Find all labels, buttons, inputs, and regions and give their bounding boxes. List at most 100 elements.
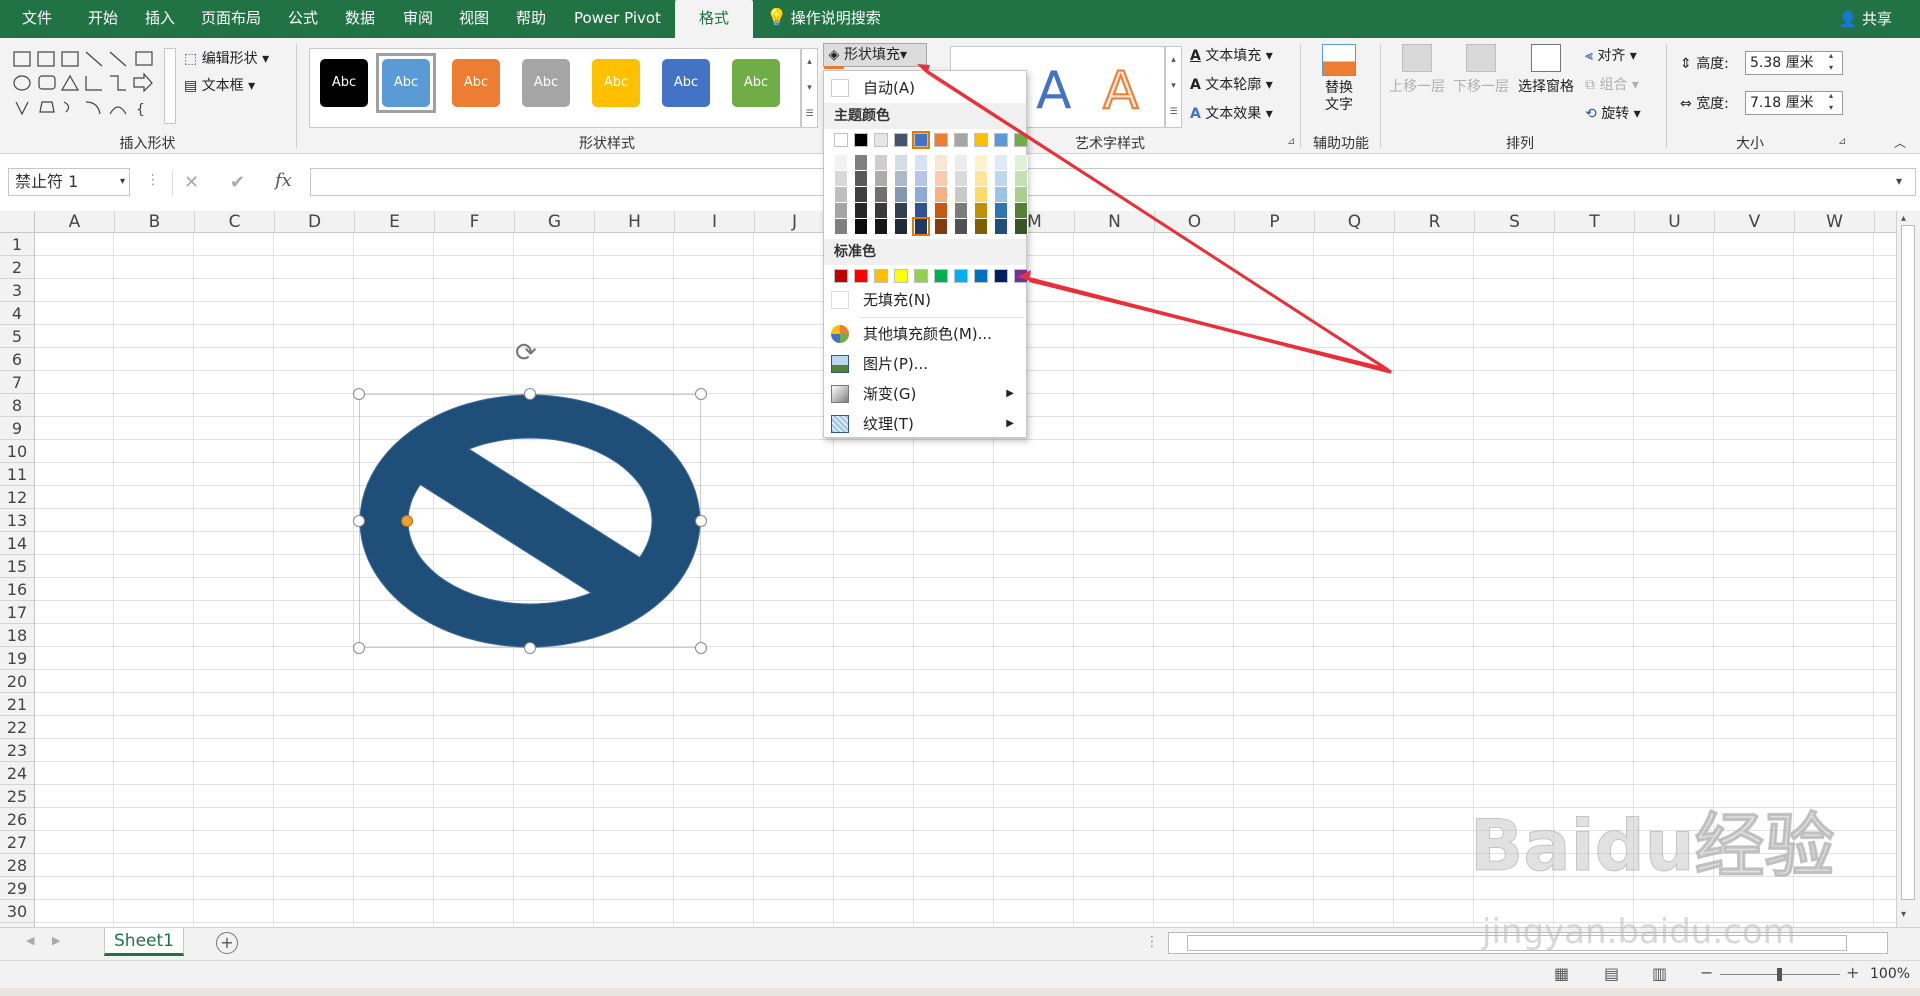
column-header-a[interactable]: A bbox=[35, 211, 115, 233]
scroll-down-icon[interactable]: ▾ bbox=[1901, 909, 1906, 920]
shape-styles-gallery[interactable]: Abc Abc Abc Abc Abc Abc Abc bbox=[309, 48, 801, 128]
column-header-w[interactable]: W bbox=[1795, 211, 1875, 233]
row-header-5[interactable]: 5 bbox=[0, 325, 34, 348]
theme-shade-swatch[interactable] bbox=[994, 187, 1008, 202]
tell-me-search[interactable]: 💡 操作说明搜索 bbox=[766, 0, 881, 38]
column-header-r[interactable]: R bbox=[1395, 211, 1475, 233]
next-sheet-icon[interactable]: ▶ bbox=[52, 934, 60, 947]
insert-function-icon[interactable]: fx bbox=[275, 170, 292, 191]
row-header-25[interactable]: 25 bbox=[0, 785, 34, 808]
column-header-o[interactable]: O bbox=[1155, 211, 1235, 233]
shapes-gallery-scroll[interactable] bbox=[164, 48, 176, 124]
selection-pane-button[interactable]: 选择窗格 bbox=[1514, 44, 1578, 96]
theme-shade-swatch[interactable] bbox=[934, 155, 948, 170]
align-button[interactable]: ⫷ 对齐 ▾ bbox=[1585, 45, 1637, 65]
row-header-20[interactable]: 20 bbox=[0, 670, 34, 693]
theme-shade-swatch[interactable] bbox=[854, 187, 868, 202]
menu-item-more-colors[interactable]: 其他填充颜色(M)... bbox=[824, 319, 1026, 349]
row-header-1[interactable]: 1 bbox=[0, 233, 34, 256]
page-break-view-icon[interactable]: ▥ bbox=[1652, 964, 1667, 983]
tab-file[interactable]: 文件 bbox=[22, 0, 52, 38]
text-box-button[interactable]: ▤ 文本框 ▾ bbox=[184, 75, 255, 95]
scrollbar-thumb[interactable] bbox=[1901, 225, 1915, 900]
style-preset-green[interactable]: Abc bbox=[732, 59, 780, 107]
row-header-2[interactable]: 2 bbox=[0, 256, 34, 279]
name-box[interactable]: 禁止符 1 ▾ bbox=[8, 168, 130, 196]
theme-shade-swatch[interactable] bbox=[914, 155, 928, 170]
resize-handle[interactable] bbox=[524, 388, 536, 400]
wordart-preset-orange[interactable]: A bbox=[1102, 60, 1140, 122]
collapse-ribbon-icon[interactable]: ︿ bbox=[1894, 134, 1906, 151]
tab-page-layout[interactable]: 页面布局 bbox=[201, 0, 261, 38]
menu-item-picture[interactable]: 图片(P)... bbox=[824, 349, 1026, 379]
column-header-u[interactable]: U bbox=[1635, 211, 1715, 233]
row-header-17[interactable]: 17 bbox=[0, 601, 34, 624]
standard-color-swatch[interactable] bbox=[994, 269, 1008, 283]
menu-item-texture[interactable]: 纹理(T) ▶ bbox=[824, 409, 1026, 439]
theme-shade-swatch[interactable] bbox=[1014, 203, 1028, 218]
theme-shade-swatch[interactable] bbox=[954, 187, 968, 202]
resize-handle[interactable] bbox=[695, 642, 707, 654]
tab-data[interactable]: 数据 bbox=[345, 0, 375, 38]
column-header-s[interactable]: S bbox=[1475, 211, 1555, 233]
group-button[interactable]: ⧉ 组合 ▾ bbox=[1585, 74, 1639, 94]
alt-text-button[interactable]: 替换 文字 bbox=[1318, 44, 1360, 114]
standard-color-swatch[interactable] bbox=[974, 269, 988, 283]
theme-shade-swatch[interactable] bbox=[834, 155, 848, 170]
vertical-scrollbar[interactable]: ▴ ▾ bbox=[1896, 211, 1920, 927]
prohibition-shape[interactable]: ⟳ bbox=[353, 338, 707, 654]
column-header-p[interactable]: P bbox=[1235, 211, 1315, 233]
row-header-24[interactable]: 24 bbox=[0, 762, 34, 785]
text-fill-button[interactable]: A 文本填充 ▾ bbox=[1190, 45, 1273, 65]
sheet-tab-sheet1[interactable]: Sheet1 bbox=[104, 928, 184, 956]
share-button[interactable]: 👤 共享 bbox=[1839, 0, 1892, 38]
theme-shade-swatch[interactable] bbox=[954, 155, 968, 170]
row-header-4[interactable]: 4 bbox=[0, 302, 34, 325]
zoom-level[interactable]: 100% bbox=[1870, 966, 1910, 982]
theme-shade-swatch[interactable] bbox=[834, 187, 848, 202]
style-preset-gold[interactable]: Abc bbox=[592, 59, 640, 107]
scroll-down-icon[interactable]: ▾ bbox=[802, 75, 817, 101]
row-header-16[interactable]: 16 bbox=[0, 578, 34, 601]
row-header-22[interactable]: 22 bbox=[0, 716, 34, 739]
standard-color-swatch[interactable] bbox=[954, 269, 968, 283]
row-header-19[interactable]: 19 bbox=[0, 647, 34, 670]
column-header-h[interactable]: H bbox=[595, 211, 675, 233]
scroll-up-icon[interactable]: ▴ bbox=[802, 49, 817, 75]
row-header-13[interactable]: 13 bbox=[0, 509, 34, 532]
edit-shape-button[interactable]: ⬚ 编辑形状 ▾ bbox=[184, 48, 269, 68]
column-header-g[interactable]: G bbox=[515, 211, 595, 233]
theme-shade-swatch[interactable] bbox=[934, 187, 948, 202]
style-preset-blue[interactable]: Abc bbox=[382, 59, 430, 107]
rotate-button[interactable]: ⟲ 旋转 ▾ bbox=[1585, 103, 1641, 123]
theme-shade-swatch[interactable] bbox=[874, 203, 888, 218]
standard-color-swatch[interactable] bbox=[1014, 269, 1028, 283]
theme-shade-swatch[interactable] bbox=[994, 155, 1008, 170]
row-header-8[interactable]: 8 bbox=[0, 394, 34, 417]
row-header-12[interactable]: 12 bbox=[0, 486, 34, 509]
theme-color-swatch[interactable] bbox=[954, 133, 968, 147]
select-all-corner[interactable] bbox=[0, 211, 35, 233]
theme-shade-swatch[interactable] bbox=[894, 187, 908, 202]
theme-shade-swatch[interactable] bbox=[834, 203, 848, 218]
more-options-icon[interactable]: ⋮ bbox=[146, 172, 160, 188]
standard-color-swatch[interactable] bbox=[834, 269, 848, 283]
menu-item-no-fill[interactable]: 无填充(N) bbox=[824, 285, 1026, 315]
column-header-n[interactable]: N bbox=[1075, 211, 1155, 233]
column-header-b[interactable]: B bbox=[115, 211, 195, 233]
theme-shade-swatch[interactable] bbox=[912, 217, 930, 236]
wordart-preset-blue[interactable]: A bbox=[1036, 61, 1072, 121]
theme-color-swatch[interactable] bbox=[1014, 133, 1028, 147]
page-layout-view-icon[interactable]: ▤ bbox=[1604, 964, 1619, 983]
scroll-up-icon[interactable]: ▴ bbox=[1901, 213, 1906, 224]
zoom-slider-thumb[interactable] bbox=[1777, 968, 1782, 981]
theme-shade-swatch[interactable] bbox=[894, 219, 908, 234]
column-header-q[interactable]: Q bbox=[1315, 211, 1395, 233]
theme-shade-swatch[interactable] bbox=[854, 155, 868, 170]
row-header-11[interactable]: 11 bbox=[0, 463, 34, 486]
theme-shade-swatch[interactable] bbox=[894, 171, 908, 186]
theme-shade-swatch[interactable] bbox=[1014, 155, 1028, 170]
theme-shade-swatch[interactable] bbox=[1014, 219, 1028, 234]
theme-color-swatch[interactable] bbox=[894, 133, 908, 147]
theme-shade-swatch[interactable] bbox=[954, 171, 968, 186]
